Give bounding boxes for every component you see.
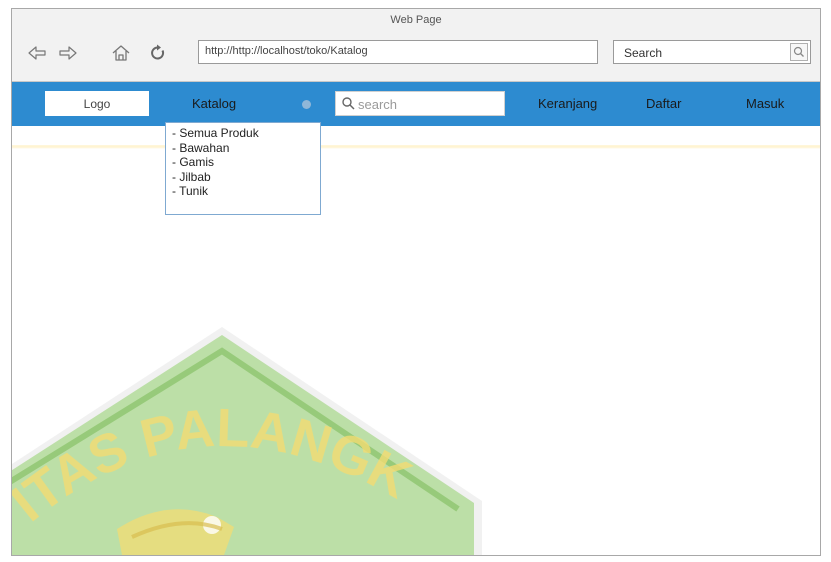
dropdown-item-semua-produk[interactable]: - Semua Produk: [172, 126, 314, 141]
dropdown-item-tunik[interactable]: - Tunik: [172, 184, 314, 199]
site-logo[interactable]: Logo: [45, 91, 149, 116]
dropdown-item-gamis[interactable]: - Gamis: [172, 155, 314, 170]
site-navbar: Logo Katalog Keranjang Daftar Masuk: [12, 82, 820, 126]
address-bar[interactable]: http://http://localhost/toko/Katalog: [198, 40, 598, 64]
browser-window: Web Page http://http://localhost/toko/Ka…: [11, 8, 821, 556]
menu-katalog[interactable]: Katalog: [192, 96, 236, 111]
window-title: Web Page: [390, 14, 442, 26]
home-icon: [112, 45, 130, 61]
header-divider: [12, 145, 820, 149]
menu-keranjang[interactable]: Keranjang: [538, 96, 597, 111]
arrow-left-icon: [28, 46, 46, 60]
chevron-down-icon[interactable]: [302, 100, 311, 109]
search-icon: [793, 46, 804, 57]
search-icon: [342, 97, 355, 110]
refresh-icon: [151, 44, 165, 60]
browser-search-box[interactable]: Search: [613, 40, 811, 64]
arrow-right-icon: [59, 46, 77, 60]
back-button[interactable]: [26, 42, 48, 64]
menu-masuk[interactable]: Masuk: [746, 96, 784, 111]
browser-toolbar: Web Page http://http://localhost/toko/Ka…: [12, 9, 820, 82]
dropdown-item-jilbab[interactable]: - Jilbab: [172, 170, 314, 185]
dropdown-item-bawahan[interactable]: - Bawahan: [172, 141, 314, 156]
forward-button[interactable]: [57, 42, 79, 64]
home-button[interactable]: [110, 42, 132, 64]
katalog-dropdown: - Semua Produk - Bawahan - Gamis - Jilba…: [165, 122, 321, 215]
svg-text:ITAS PALANGK: ITAS PALANGK: [12, 398, 421, 533]
browser-search-button[interactable]: [790, 43, 808, 61]
menu-daftar[interactable]: Daftar: [646, 96, 681, 111]
refresh-button[interactable]: [147, 42, 169, 64]
site-search-box[interactable]: [335, 91, 505, 116]
browser-search-text: Search: [624, 46, 663, 60]
site-search-input[interactable]: [358, 95, 498, 113]
